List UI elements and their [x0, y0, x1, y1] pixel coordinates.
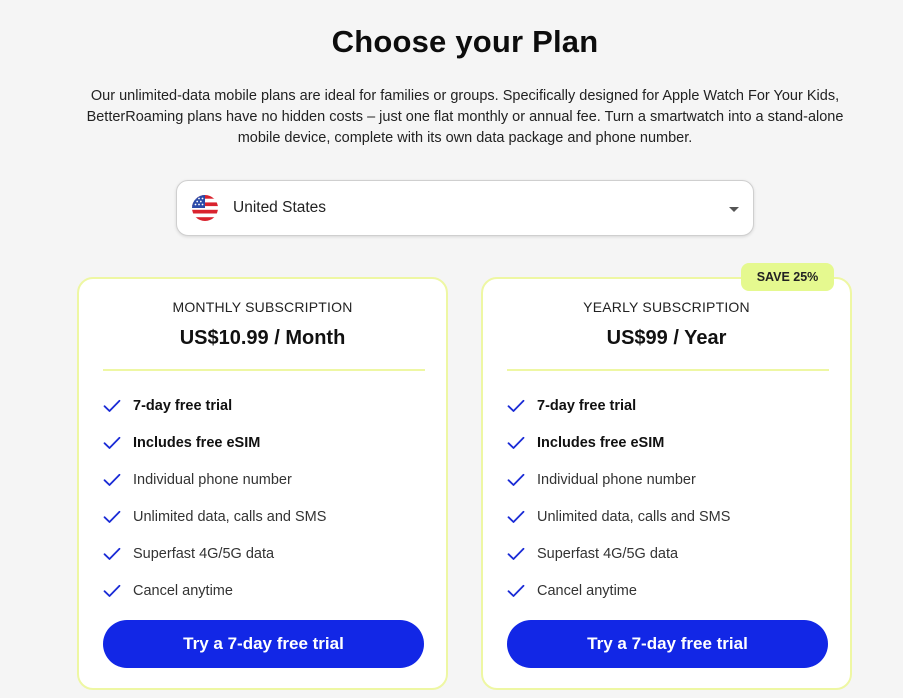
check-icon	[507, 547, 525, 560]
feature-item: Cancel anytime	[507, 572, 730, 609]
feature-text: Individual phone number	[133, 471, 292, 488]
check-icon	[507, 399, 525, 412]
feature-item: 7-day free trial	[507, 387, 730, 424]
plan-card-yearly: YEARLY SUBSCRIPTION US$99 / Year 7-day f…	[481, 277, 852, 690]
feature-item: Unlimited data, calls and SMS	[103, 498, 326, 535]
check-icon	[507, 510, 525, 523]
feature-item: Includes free eSIM	[103, 424, 326, 461]
intro-text: Our unlimited-data mobile plans are idea…	[86, 88, 844, 146]
check-icon	[507, 473, 525, 486]
feature-item: Cancel anytime	[103, 572, 326, 609]
feature-item: Individual phone number	[507, 461, 730, 498]
chevron-down-icon	[729, 207, 739, 212]
feature-item: Individual phone number	[103, 461, 326, 498]
feature-text: Includes free eSIM	[537, 434, 665, 451]
plan-kicker: MONTHLY SUBSCRIPTION	[172, 299, 353, 315]
plan-kicker: YEARLY SUBSCRIPTION	[583, 299, 750, 315]
feature-text: Superfast 4G/5G data	[537, 545, 679, 562]
feature-list: 7-day free trial Includes free eSIM Indi…	[507, 387, 730, 609]
divider	[103, 369, 425, 371]
feature-text: 7-day free trial	[537, 397, 637, 414]
plan-card-monthly: MONTHLY SUBSCRIPTION US$10.99 / Month 7-…	[77, 277, 448, 690]
country-select-value: United States	[233, 199, 327, 216]
check-icon	[103, 436, 121, 449]
feature-item: Superfast 4G/5G data	[507, 535, 730, 572]
feature-text: Cancel anytime	[537, 582, 637, 599]
check-icon	[103, 473, 121, 486]
feature-text: Unlimited data, calls and SMS	[537, 508, 731, 525]
check-icon	[103, 584, 121, 597]
feature-text: Individual phone number	[537, 471, 696, 488]
us-flag-icon	[192, 195, 218, 221]
feature-text: Cancel anytime	[133, 582, 233, 599]
feature-text: Unlimited data, calls and SMS	[133, 508, 327, 525]
feature-list: 7-day free trial Includes free eSIM Indi…	[103, 387, 326, 609]
plan-price: US$10.99 / Month	[179, 327, 346, 349]
check-icon	[103, 399, 121, 412]
start-trial-button-yearly[interactable]: Try a 7-day free trial	[507, 620, 828, 668]
feature-item: Superfast 4G/5G data	[103, 535, 326, 572]
check-icon	[103, 547, 121, 560]
check-icon	[103, 510, 121, 523]
plan-price: US$99 / Year	[606, 327, 727, 349]
check-icon	[507, 584, 525, 597]
feature-item: Includes free eSIM	[507, 424, 730, 461]
feature-text: 7-day free trial	[133, 397, 233, 414]
feature-item: 7-day free trial	[103, 387, 326, 424]
country-select[interactable]: United States	[176, 180, 754, 236]
page-title: Choose your Plan	[331, 24, 599, 59]
check-icon	[507, 436, 525, 449]
save-badge: SAVE 25%	[741, 263, 834, 291]
feature-text: Superfast 4G/5G data	[133, 545, 275, 562]
feature-item: Unlimited data, calls and SMS	[507, 498, 730, 535]
feature-text: Includes free eSIM	[133, 434, 261, 451]
divider	[507, 369, 829, 371]
start-trial-button-monthly[interactable]: Try a 7-day free trial	[103, 620, 424, 668]
